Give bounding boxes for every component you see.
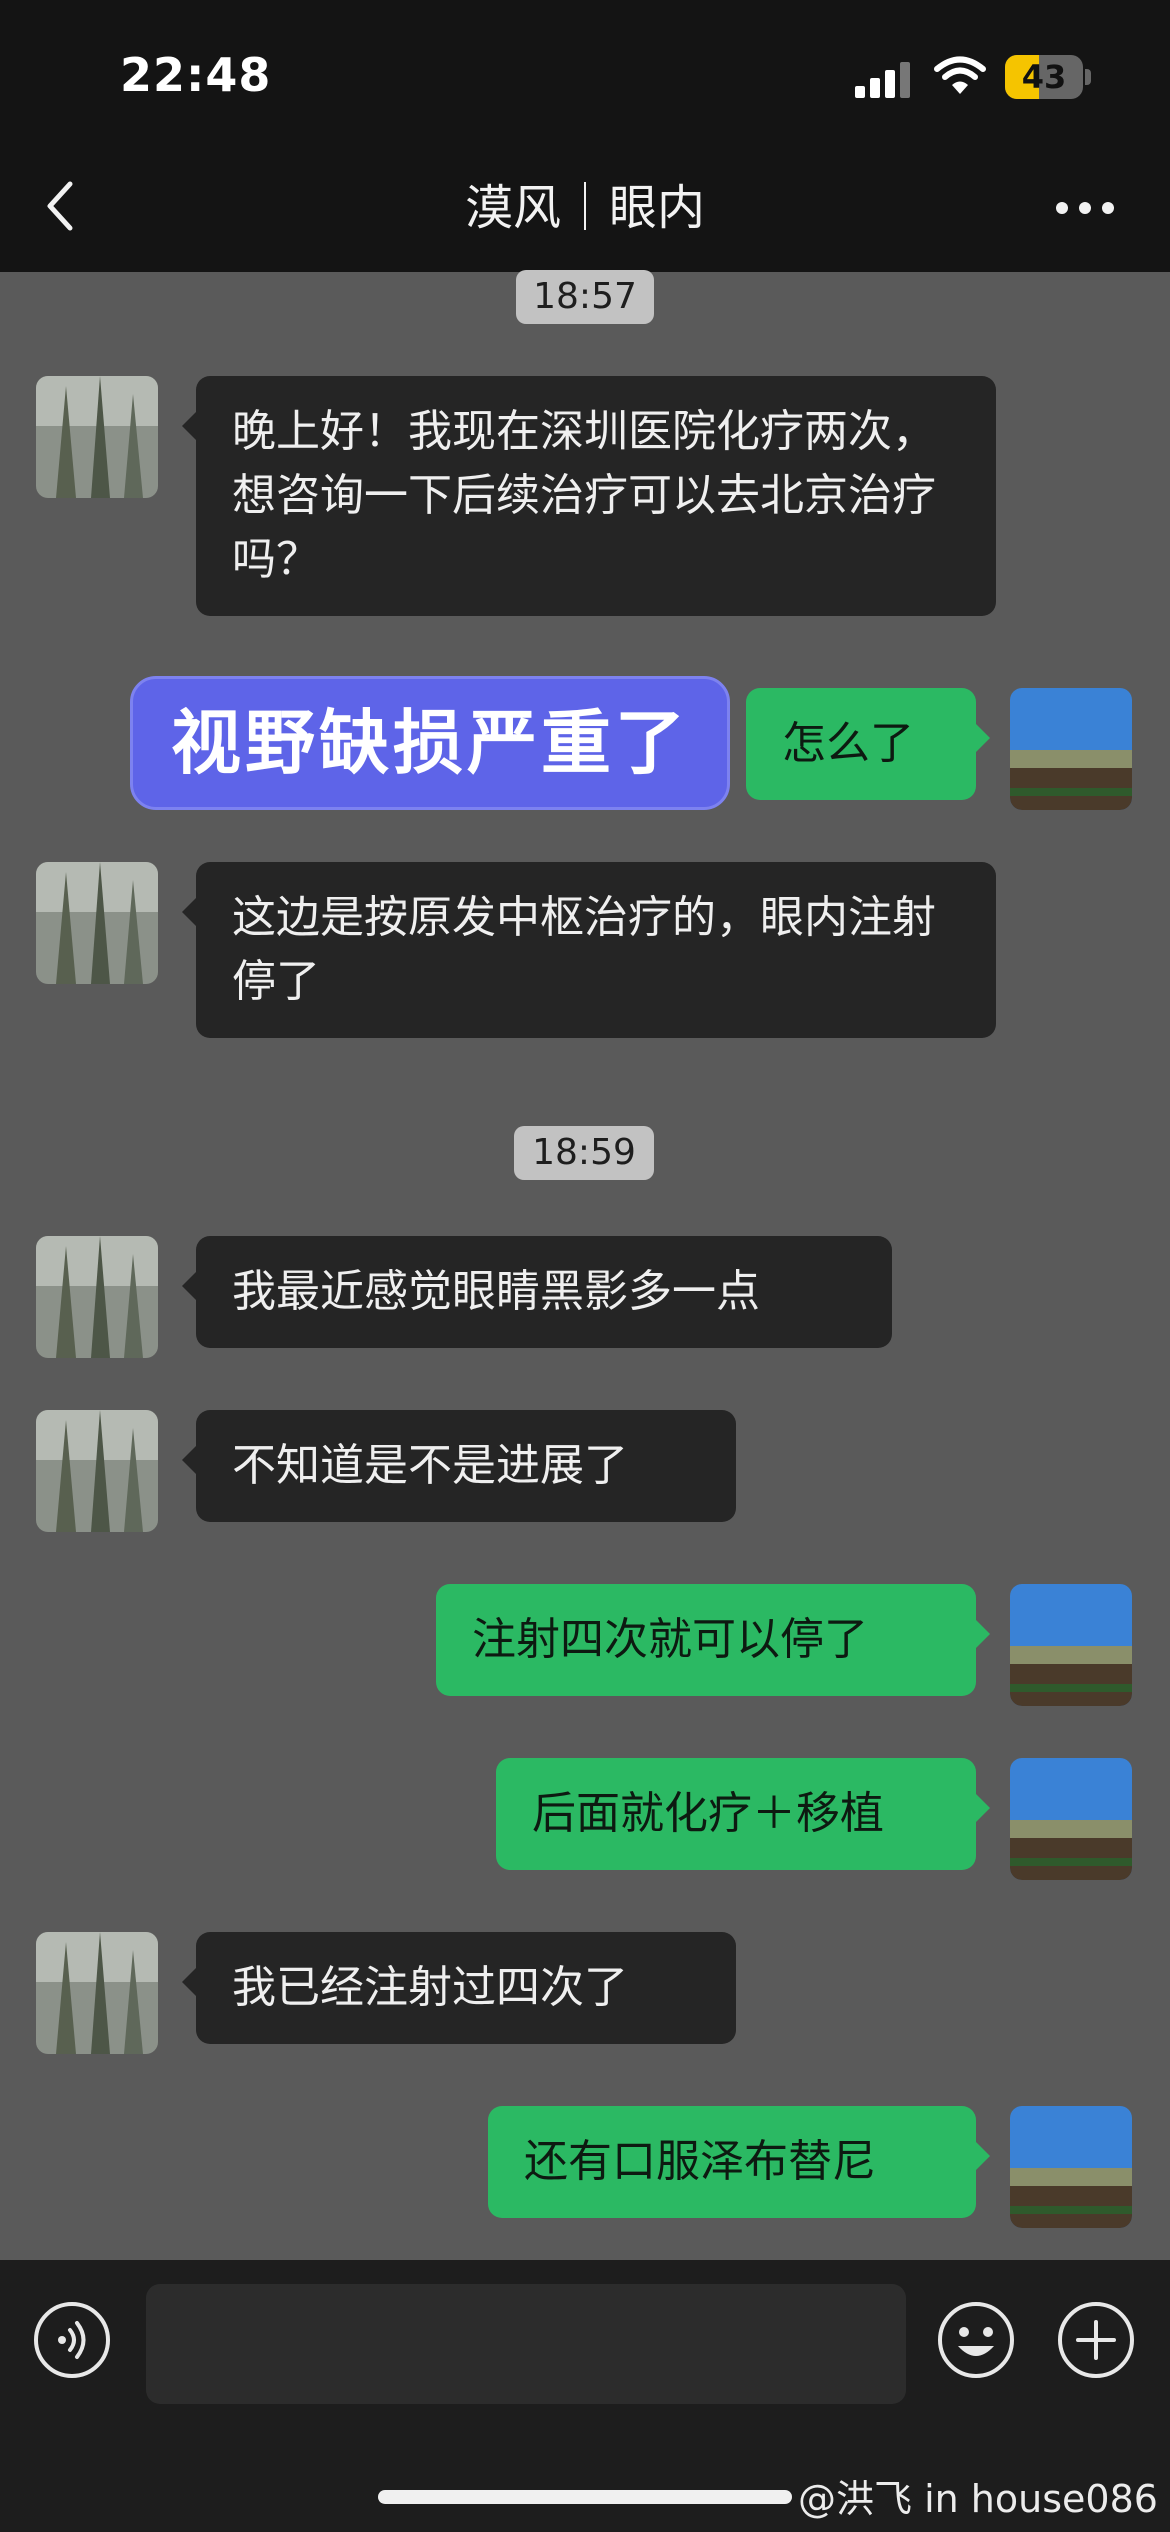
contact-avatar[interactable] xyxy=(36,376,158,498)
timestamp-chip: 18:59 xyxy=(514,1126,654,1180)
wifi-icon xyxy=(934,56,986,100)
outgoing-message: 注射四次就可以停了 xyxy=(436,1584,990,1696)
my-avatar[interactable] xyxy=(1010,688,1132,810)
incoming-message: 我已经注射过四次了 xyxy=(182,1932,736,2044)
overlay-label: 视野缺损严重了 xyxy=(130,676,730,810)
contact-avatar[interactable] xyxy=(36,1410,158,1532)
status-time: 22:48 xyxy=(120,48,272,102)
more-dots-icon xyxy=(1056,202,1114,214)
incoming-message: 不知道是不是进展了 xyxy=(182,1410,736,1522)
battery-indicator: 43 xyxy=(1005,55,1091,99)
voice-icon xyxy=(34,2302,110,2378)
incoming-message: 这边是按原发中枢治疗的，眼内注射停了 xyxy=(182,862,996,1038)
add-button[interactable] xyxy=(1056,2300,1136,2384)
incoming-message: 我最近感觉眼睛黑影多一点 xyxy=(182,1236,892,1348)
watermark: @洪飞 in house086 xyxy=(798,2477,1158,2521)
voice-button[interactable] xyxy=(32,2300,112,2384)
message-input[interactable] xyxy=(146,2284,906,2404)
my-avatar[interactable] xyxy=(1010,1758,1132,1880)
battery-level: 43 xyxy=(1021,58,1067,96)
contact-avatar[interactable] xyxy=(36,1236,158,1358)
plus-icon xyxy=(1058,2302,1134,2378)
top-bar: 22:48 43 漠风｜眼内 xyxy=(0,0,1170,272)
contact-avatar[interactable] xyxy=(36,1932,158,2054)
contact-avatar[interactable] xyxy=(36,862,158,984)
outgoing-message: 还有口服泽布替尼 xyxy=(488,2106,990,2218)
more-button[interactable] xyxy=(1055,200,1115,219)
incoming-message: 晚上好！我现在深圳医院化疗两次，想咨询一下后续治疗可以去北京治疗吗？ xyxy=(182,376,996,616)
outgoing-message: 怎么了 xyxy=(746,688,990,800)
home-indicator[interactable] xyxy=(378,2490,792,2504)
emoji-icon xyxy=(938,2302,1014,2378)
timestamp-chip: 18:57 xyxy=(516,270,654,324)
chat-title: 漠风｜眼内 xyxy=(464,180,705,236)
emoji-button[interactable] xyxy=(936,2300,1016,2384)
outgoing-message: 后面就化疗＋移植 xyxy=(496,1758,990,1870)
cellular-signal-icon xyxy=(855,62,911,102)
my-avatar[interactable] xyxy=(1010,2106,1132,2228)
my-avatar[interactable] xyxy=(1010,1584,1132,1706)
